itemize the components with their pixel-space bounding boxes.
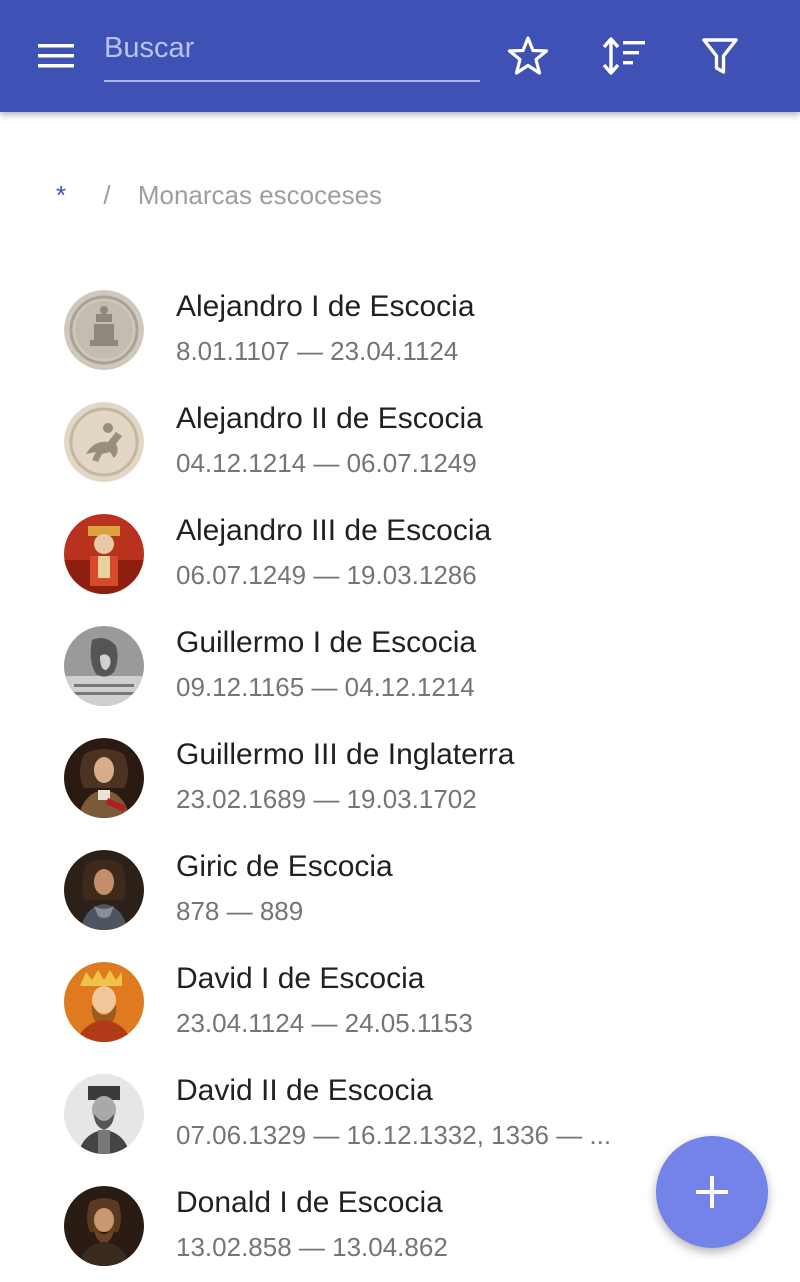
- avatar: [64, 402, 144, 482]
- list-item[interactable]: Alejandro II de Escocia 04.12.1214 — 06.…: [0, 386, 800, 498]
- sort-button[interactable]: [597, 30, 649, 82]
- avatar: [64, 1186, 144, 1266]
- monarch-name: Donald I de Escocia: [176, 1186, 443, 1219]
- monarch-list: Alejandro I de Escocia 8.01.1107 — 23.04…: [0, 274, 800, 1282]
- reign-dates: 23.04.1124 — 24.05.1153: [176, 1008, 473, 1038]
- monarch-name: Guillermo III de Inglaterra: [176, 738, 515, 771]
- list-item[interactable]: Alejandro III de Escocia 06.07.1249 — 19…: [0, 498, 800, 610]
- reign-dates: 06.07.1249 — 19.03.1286: [176, 560, 477, 590]
- plus-icon: [656, 1136, 768, 1248]
- avatar: [64, 738, 144, 818]
- reign-dates: 13.02.858 — 13.04.862: [176, 1232, 448, 1262]
- avatar: [64, 626, 144, 706]
- reign-dates: 8.01.1107 — 23.04.1124: [176, 336, 459, 366]
- list-item[interactable]: David I de Escocia 23.04.1124 — 24.05.11…: [0, 946, 800, 1058]
- monarch-name: David II de Escocia: [176, 1074, 433, 1107]
- reign-dates: 23.02.1689 — 19.03.1702: [176, 784, 477, 814]
- reign-dates: 07.06.1329 — 16.12.1332, 1336 — ...: [176, 1120, 612, 1150]
- monarch-name: Alejandro III de Escocia: [176, 514, 492, 547]
- add-button[interactable]: [656, 1136, 768, 1248]
- avatar: [64, 514, 144, 594]
- breadcrumb-separator: /: [103, 180, 111, 210]
- breadcrumb-root-link[interactable]: *: [56, 180, 66, 210]
- sort-icon: [597, 30, 649, 82]
- avatar: [64, 962, 144, 1042]
- reign-dates: 09.12.1165 — 04.12.1214: [176, 672, 475, 702]
- list-item[interactable]: Guillermo I de Escocia 09.12.1165 — 04.1…: [0, 610, 800, 722]
- monarch-name: Giric de Escocia: [176, 850, 393, 883]
- search-field: [104, 22, 480, 82]
- list-item[interactable]: Alejandro I de Escocia 8.01.1107 — 23.04…: [0, 274, 800, 386]
- monarch-name: Guillermo I de Escocia: [176, 626, 477, 659]
- menu-icon: [30, 36, 82, 76]
- list-item[interactable]: Giric de Escocia 878 — 889: [0, 834, 800, 946]
- avatar: [64, 850, 144, 930]
- monarch-name: Alejandro I de Escocia: [176, 290, 475, 323]
- filter-icon: [694, 30, 746, 82]
- favorites-button[interactable]: [502, 30, 554, 82]
- breadcrumb-current: Monarcas escoceses: [137, 180, 383, 210]
- menu-button[interactable]: [30, 36, 82, 76]
- avatar: [64, 290, 144, 370]
- monarch-name: David I de Escocia: [176, 962, 425, 995]
- reign-dates: 878 — 889: [176, 896, 304, 926]
- star-icon: [502, 30, 554, 82]
- search-input[interactable]: [104, 22, 480, 74]
- filter-button[interactable]: [694, 30, 746, 82]
- app-bar: [0, 0, 800, 112]
- reign-dates: 04.12.1214 — 06.07.1249: [176, 448, 477, 478]
- avatar: [64, 1074, 144, 1154]
- list-item[interactable]: Guillermo III de Inglaterra 23.02.1689 —…: [0, 722, 800, 834]
- breadcrumb: * / Monarcas escoceses: [56, 180, 382, 220]
- monarch-name: Alejandro II de Escocia: [176, 402, 483, 435]
